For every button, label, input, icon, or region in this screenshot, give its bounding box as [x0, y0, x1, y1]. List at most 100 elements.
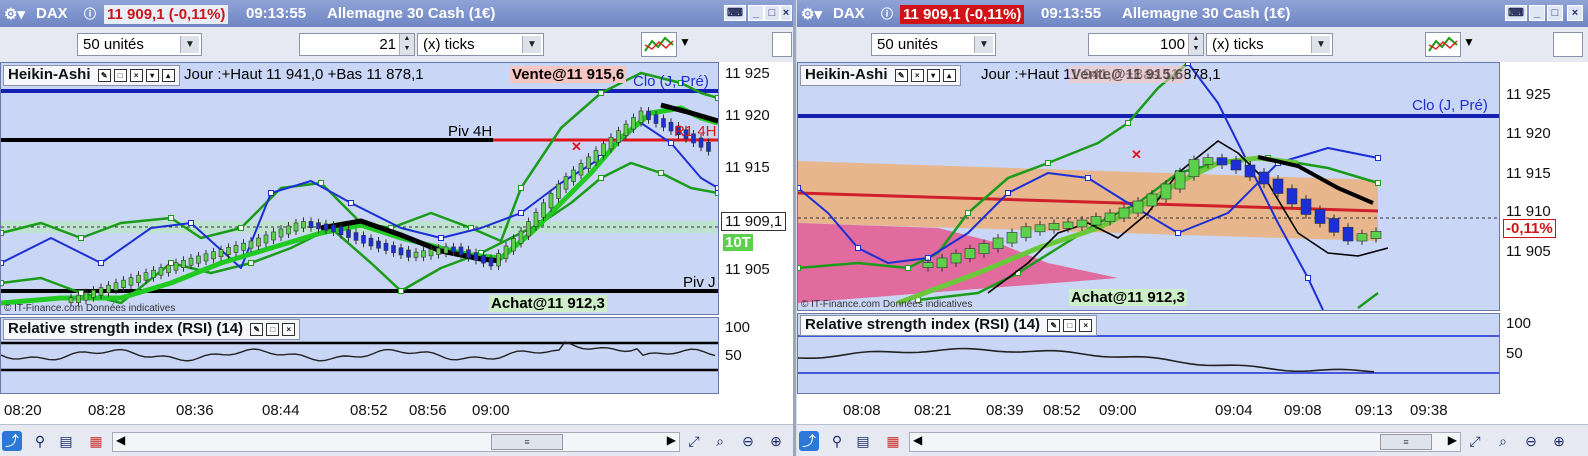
close-icon[interactable]: ×	[910, 68, 924, 82]
window-icon[interactable]: □	[1063, 318, 1077, 332]
wrench-icon[interactable]: ✎	[1047, 318, 1061, 332]
sell-order-label[interactable]: Vente@11 915,6	[1069, 66, 1186, 83]
time-scrollbar[interactable]: ◀ ≡ ▶	[112, 432, 680, 452]
envelope-marker	[1375, 180, 1381, 186]
expand-icon[interactable]	[1553, 32, 1583, 57]
chart-icon[interactable]: ⚙▾	[801, 5, 822, 23]
autoscale-icon[interactable]: ⤢	[1465, 431, 1485, 451]
zoom-out-icon[interactable]: ⊖	[738, 431, 758, 451]
scroll-right-icon[interactable]: ▶	[1448, 433, 1457, 447]
chevron-down-icon[interactable]: ▼	[1311, 36, 1330, 53]
stepper-icon[interactable]: ▲ ▼	[1188, 34, 1203, 55]
rsi-indicator-title[interactable]: Relative strength index (RSI) (14) ✎ □ ×	[3, 319, 301, 340]
info-icon[interactable]: ⓘ	[881, 5, 893, 22]
heikin-ashi-indicator-title[interactable]: Heikin-Ashi ✎ × ▾ ▴	[800, 65, 961, 86]
stepper-icon[interactable]: ▲ ▼	[399, 34, 414, 55]
minimize-button[interactable]: _	[748, 5, 764, 21]
heikin-ashi-candle	[593, 150, 599, 163]
close-button[interactable]: ×	[780, 5, 792, 21]
zoom-in-icon[interactable]: ⊕	[766, 431, 786, 451]
ticks-unit-select[interactable]: (x) ticks ▼	[417, 33, 544, 56]
chevron-down-icon[interactable]: ▼	[522, 36, 541, 53]
close-icon[interactable]: ×	[1079, 318, 1093, 332]
heikin-ashi-candle	[338, 226, 344, 236]
zoom-area-icon[interactable]: ⌕	[710, 431, 730, 451]
grid-icon[interactable]: ▦	[883, 431, 903, 451]
drawing-tool-icon[interactable]: ⚲	[827, 431, 847, 451]
info-icon[interactable]: ⓘ	[84, 5, 96, 22]
envelope-marker	[1125, 120, 1131, 126]
autoscale-icon[interactable]: ⤢	[684, 431, 704, 451]
close-icon[interactable]: ×	[282, 322, 296, 336]
down-icon[interactable]: ▾	[145, 68, 159, 82]
zoom-in-icon[interactable]: ⊕	[1549, 431, 1569, 451]
keyboard-icon[interactable]: ⌨	[724, 5, 746, 21]
indicator-icon[interactable]	[1425, 32, 1461, 57]
indicator-dropdown[interactable]: ▼	[677, 33, 693, 56]
share-icon[interactable]: ⤴	[799, 431, 819, 451]
chart-icon[interactable]: ⚙▾	[4, 5, 25, 23]
heikin-ashi-candle	[481, 255, 486, 264]
heikin-ashi-candle	[548, 193, 554, 209]
heikin-ashi-candle	[316, 222, 321, 230]
maximize-button[interactable]: □	[1547, 5, 1563, 21]
units-select[interactable]: 50 unités ▼	[77, 33, 202, 56]
maximize-button[interactable]: □	[764, 5, 780, 21]
buy-order-label[interactable]: Achat@11 912,3	[1069, 289, 1187, 306]
price-axis[interactable]: 11 925 11 920 11 915 11 910 -0,11% 11 90…	[1500, 62, 1588, 311]
drawing-tool-icon[interactable]: ⚲	[30, 431, 50, 451]
window-icon[interactable]: □	[113, 68, 127, 82]
expand-icon[interactable]	[772, 32, 792, 57]
wrench-icon[interactable]: ✎	[97, 68, 111, 82]
chevron-down-icon[interactable]: ▼	[974, 36, 993, 53]
window-icon[interactable]: □	[266, 322, 280, 336]
wrench-icon[interactable]: ✎	[894, 68, 908, 82]
buy-order-label[interactable]: Achat@11 912,3	[489, 295, 607, 312]
price-axis[interactable]: 11 925 11 920 11 915 11 909,1 10T 11 905	[719, 62, 793, 315]
rsi-tick: 50	[1506, 345, 1523, 362]
rsi-panel[interactable]: Relative strength index (RSI) (14) ✎ □ ×	[797, 313, 1500, 394]
zoom-out-icon[interactable]: ⊖	[1521, 431, 1541, 451]
wrench-icon[interactable]: ✎	[250, 322, 264, 336]
scroll-left-icon[interactable]: ◀	[116, 433, 125, 447]
up-icon[interactable]: ▴	[161, 68, 175, 82]
down-icon[interactable]: ▾	[926, 68, 940, 82]
share-icon[interactable]: ⤴	[2, 431, 22, 451]
price-chart[interactable]: ✕ Heikin-Ashi ✎×▾▴ Jour :+Haut 11 941,0 …	[797, 62, 1500, 311]
minimize-button[interactable]: _	[1529, 5, 1545, 21]
price-chart[interactable]: ✕ Heikin-Ashi ✎ □ × ▾ ▴ Jour :+Haut 11 941,0…	[0, 62, 719, 315]
up-icon[interactable]: ▴	[942, 68, 956, 82]
ticks-input[interactable]: 100 ▲ ▼	[1088, 33, 1204, 56]
scrollbar-thumb[interactable]: ≡	[1380, 434, 1432, 450]
chevron-down-icon[interactable]: ▼	[180, 36, 199, 53]
heikin-ashi-candle	[218, 249, 224, 258]
time-axis[interactable]: 08:20 08:28 08:36 08:44 08:52 08:56 09:0…	[0, 396, 793, 424]
keyboard-icon[interactable]: ⌨	[1505, 5, 1527, 21]
units-select[interactable]: 50 unités ▼	[871, 33, 996, 56]
zoom-area-icon[interactable]: ⌕	[1493, 431, 1513, 451]
indicator-icon[interactable]	[641, 32, 677, 57]
print-icon[interactable]: ▤	[56, 431, 76, 451]
ema-bear-segment	[660, 102, 718, 124]
heikin-ashi-indicator-title[interactable]: Heikin-Ashi ✎ □ × ▾ ▴	[3, 65, 180, 86]
rsi-panel[interactable]: Relative strength index (RSI) (14) ✎ □ ×	[0, 317, 719, 394]
scroll-left-icon[interactable]: ◀	[913, 433, 922, 447]
symbol-label[interactable]: DAX	[36, 5, 68, 22]
indicator-dropdown[interactable]: ▼	[1461, 33, 1477, 56]
heikin-ashi-candle	[1286, 188, 1298, 205]
ticks-unit-select[interactable]: (x) ticks ▼	[1206, 33, 1333, 56]
rsi-indicator-title[interactable]: Relative strength index (RSI) (14) ✎ □ ×	[800, 315, 1098, 336]
close-button[interactable]: ×	[1567, 5, 1583, 21]
sell-order-label[interactable]: Vente@11 915,6	[510, 66, 627, 83]
bollinger-marker	[1085, 175, 1091, 181]
print-icon[interactable]: ▤	[853, 431, 873, 451]
grid-icon[interactable]: ▦	[86, 431, 106, 451]
ticks-input[interactable]: 21 ▲ ▼	[299, 33, 415, 56]
change-percent-marker: -0,11%	[1503, 219, 1556, 238]
close-icon[interactable]: ×	[129, 68, 143, 82]
scroll-right-icon[interactable]: ▶	[667, 433, 676, 447]
symbol-label[interactable]: DAX	[833, 5, 865, 22]
time-axis[interactable]: 08:08 08:21 08:39 08:52 09:00 09:04 09:0…	[797, 396, 1588, 424]
time-scrollbar[interactable]: ◀ ≡ ▶	[909, 432, 1461, 452]
scrollbar-thumb[interactable]: ≡	[491, 434, 563, 450]
